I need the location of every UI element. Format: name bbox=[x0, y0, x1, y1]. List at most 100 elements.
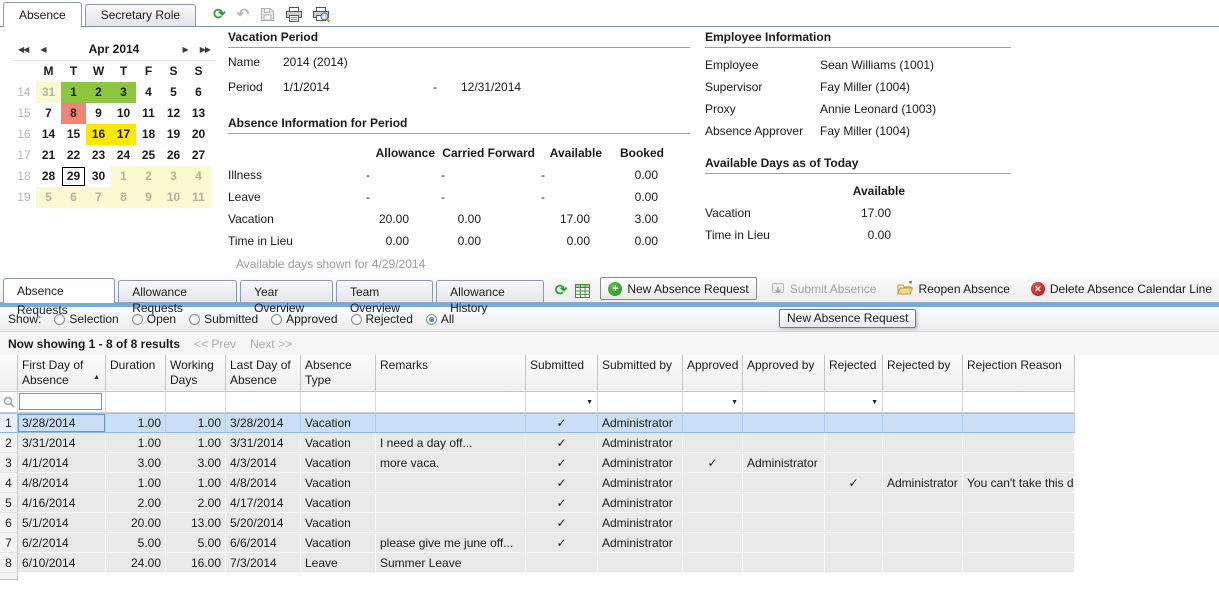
calendar-day[interactable]: 8 bbox=[61, 103, 86, 124]
table-row[interactable]: 23/31/20141.001.003/31/2014VacationI nee… bbox=[0, 433, 1075, 453]
calendar-day[interactable]: 10 bbox=[161, 187, 186, 208]
column-header-submitted-by[interactable]: Submitted by bbox=[598, 355, 683, 392]
calendar-day[interactable]: 14 bbox=[36, 124, 61, 145]
calendar-day[interactable]: 10 bbox=[111, 103, 136, 124]
calendar-day[interactable]: 1 bbox=[111, 166, 136, 187]
calendar-day[interactable]: 3 bbox=[161, 166, 186, 187]
table-row[interactable]: 44/8/20141.001.004/8/2014Vacation✓Admini… bbox=[0, 473, 1075, 493]
filter-cell-duration[interactable] bbox=[106, 392, 166, 413]
dropdown-arrow-icon[interactable]: ▼ bbox=[871, 399, 878, 406]
column-header-rejected[interactable]: Rejected bbox=[825, 355, 883, 392]
calendar-day[interactable]: 18 bbox=[136, 124, 161, 145]
calendar-day[interactable]: 6 bbox=[61, 187, 86, 208]
calendar-day[interactable]: 21 bbox=[36, 145, 61, 166]
calendar-day[interactable]: 5 bbox=[36, 187, 61, 208]
calendar-day[interactable]: 31 bbox=[36, 82, 61, 103]
refresh-icon[interactable]: ⟳ bbox=[213, 7, 226, 22]
table-row[interactable]: 76/2/20145.005.006/6/2014Vacationplease … bbox=[0, 533, 1075, 553]
tab-absence[interactable]: Absence bbox=[3, 2, 82, 27]
delete-absence-calendar-line-button[interactable]: ✕Delete Absence Calendar Line bbox=[1024, 278, 1219, 299]
filter-cell-submitted[interactable]: ▼ bbox=[526, 392, 598, 413]
table-row[interactable]: 86/10/201424.0016.007/3/2014LeaveSummer … bbox=[0, 553, 1075, 573]
dropdown-arrow-icon[interactable]: ▼ bbox=[731, 399, 738, 406]
calendar-day[interactable]: 25 bbox=[136, 145, 161, 166]
calendar-day[interactable]: 8 bbox=[111, 187, 136, 208]
column-header-rejection-reason[interactable]: Rejection Reason bbox=[963, 355, 1075, 392]
filter-cell-last_day[interactable] bbox=[226, 392, 301, 413]
calendar-day[interactable]: 19 bbox=[161, 124, 186, 145]
filter-cell-rejected[interactable]: ▼ bbox=[825, 392, 883, 413]
filter-cell-working_days[interactable] bbox=[166, 392, 226, 413]
tab-team-overview[interactable]: Team Overview bbox=[336, 280, 433, 302]
dropdown-arrow-icon[interactable]: ▼ bbox=[586, 399, 593, 406]
column-header-rejected-by[interactable]: Rejected by bbox=[883, 355, 963, 392]
calendar-day[interactable]: 27 bbox=[186, 145, 211, 166]
radio-rejected[interactable]: Rejected bbox=[351, 312, 413, 326]
calendar-day[interactable]: 7 bbox=[86, 187, 111, 208]
column-header-approved[interactable]: Approved bbox=[683, 355, 743, 392]
calendar-day[interactable]: 9 bbox=[136, 187, 161, 208]
calendar-day[interactable]: 11 bbox=[136, 103, 161, 124]
calendar-first-icon[interactable]: ◀◀ bbox=[12, 45, 34, 54]
prev-page-link[interactable]: << Prev bbox=[194, 337, 236, 351]
next-page-link[interactable]: Next >> bbox=[250, 337, 292, 351]
calendar-day[interactable]: 6 bbox=[186, 82, 211, 103]
calendar-day[interactable]: 2 bbox=[86, 82, 111, 103]
tab-year-overview[interactable]: Year Overview bbox=[240, 280, 333, 302]
column-header-remarks[interactable]: Remarks bbox=[376, 355, 526, 392]
filter-cell-remarks[interactable] bbox=[376, 392, 526, 413]
calendar-day[interactable]: 12 bbox=[161, 103, 186, 124]
table-row[interactable]: 54/16/20142.002.004/17/2014Vacation✓Admi… bbox=[0, 493, 1075, 513]
calendar-day[interactable]: 24 bbox=[111, 145, 136, 166]
calendar-day[interactable]: 26 bbox=[161, 145, 186, 166]
calendar-day[interactable]: 16 bbox=[86, 124, 111, 145]
refresh-icon[interactable]: ⟳ bbox=[555, 283, 568, 298]
column-header-submitted[interactable]: Submitted bbox=[526, 355, 598, 392]
calendar-day[interactable]: 5 bbox=[161, 82, 186, 103]
radio-approved[interactable]: Approved bbox=[271, 312, 337, 326]
table-row[interactable]: 34/1/20143.003.004/3/2014Vacationmore va… bbox=[0, 453, 1075, 473]
column-header-last-day-of-absence[interactable]: Last Day of Absence bbox=[226, 355, 301, 392]
radio-all[interactable]: All bbox=[426, 312, 454, 326]
filter-cell-rejected_by[interactable] bbox=[883, 392, 963, 413]
calendar-day[interactable]: 15 bbox=[61, 124, 86, 145]
calendar-day[interactable]: 13 bbox=[186, 103, 211, 124]
new-absence-request-button[interactable]: +New Absence Request bbox=[600, 277, 756, 300]
table-row[interactable]: 13/28/20141.001.003/28/2014Vacation✓Admi… bbox=[0, 413, 1075, 433]
filter-cell-rejection_reason[interactable] bbox=[963, 392, 1075, 413]
tab-allowance-history[interactable]: Allowance History bbox=[436, 280, 544, 302]
undo-icon[interactable]: ↶ bbox=[237, 7, 250, 22]
tab-absence-requests[interactable]: Absence Requests bbox=[3, 278, 115, 303]
column-header-absence-type[interactable]: Absence Type bbox=[301, 355, 376, 392]
calendar-prev-icon[interactable]: ◀ bbox=[34, 45, 51, 54]
radio-open[interactable]: Open bbox=[132, 312, 176, 326]
calendar-day[interactable]: 11 bbox=[186, 187, 211, 208]
filter-cell-submitted_by[interactable] bbox=[598, 392, 683, 413]
tab-secretary-role[interactable]: Secretary Role bbox=[85, 4, 196, 26]
calendar-day[interactable]: 28 bbox=[36, 166, 61, 187]
save-icon[interactable] bbox=[260, 7, 275, 22]
calendar-day[interactable]: 22 bbox=[61, 145, 86, 166]
calendar-day[interactable]: 3 bbox=[111, 82, 136, 103]
calendar-day[interactable]: 9 bbox=[86, 103, 111, 124]
tab-allowance-requests[interactable]: Allowance Requests bbox=[118, 280, 237, 302]
submit-absence-button[interactable]: Submit Absence bbox=[764, 278, 884, 299]
calendar-day-today[interactable]: 29 bbox=[61, 166, 86, 187]
column-header-first-day-of-absence[interactable]: First Day of Absence▲ bbox=[18, 355, 106, 392]
table-row[interactable]: 65/1/201420.0013.005/20/2014Vacation✓Adm… bbox=[0, 513, 1075, 533]
filter-cell-type[interactable] bbox=[301, 392, 376, 413]
filter-input-first-day[interactable] bbox=[19, 393, 102, 410]
calendar-day[interactable]: 2 bbox=[136, 166, 161, 187]
reopen-absence-button[interactable]: Reopen Absence bbox=[890, 278, 1016, 299]
column-header-duration[interactable]: Duration bbox=[106, 355, 166, 392]
calendar-day[interactable]: 1 bbox=[61, 82, 86, 103]
calendar-day[interactable]: 17 bbox=[111, 124, 136, 145]
filter-cell-approved[interactable]: ▼ bbox=[683, 392, 743, 413]
calendar-day[interactable]: 20 bbox=[186, 124, 211, 145]
print-preview-icon[interactable] bbox=[313, 7, 330, 22]
calendar-day[interactable]: 30 bbox=[86, 166, 111, 187]
radio-submitted[interactable]: Submitted bbox=[189, 312, 258, 326]
print-icon[interactable] bbox=[286, 7, 302, 22]
filter-cell-approved_by[interactable] bbox=[743, 392, 825, 413]
calendar-day[interactable]: 23 bbox=[86, 145, 111, 166]
